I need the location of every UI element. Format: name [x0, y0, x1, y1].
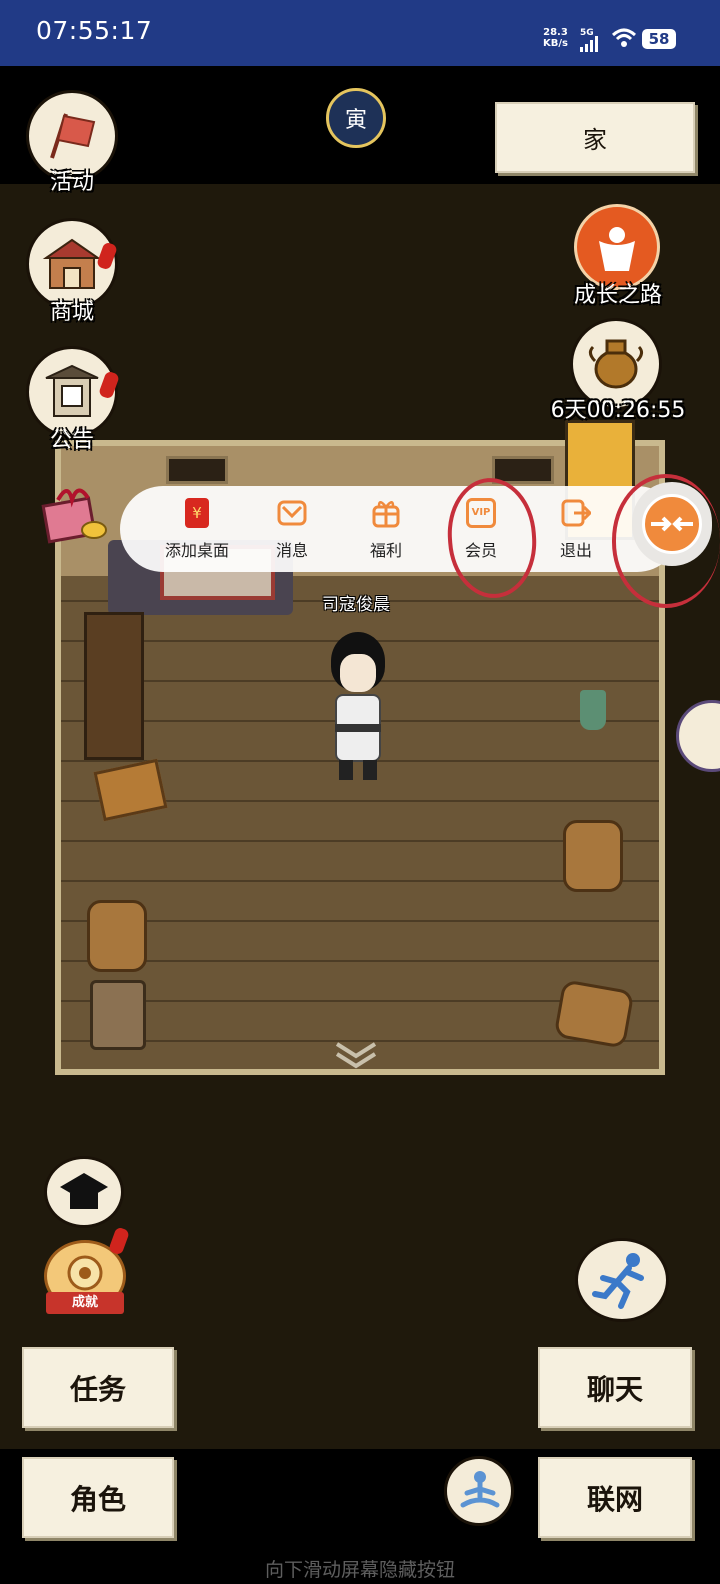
floor-plank — [61, 920, 659, 922]
wifi-icon — [611, 28, 637, 47]
running-figure-icon — [592, 1253, 644, 1309]
season-char: 寅 — [344, 108, 367, 133]
announcement-label: 公告 — [49, 428, 94, 453]
chat-button[interactable]: 聊天 — [538, 1347, 692, 1428]
season-moon-icon[interactable]: 寅 — [326, 88, 386, 148]
chevron-down-icon[interactable] — [333, 1040, 379, 1070]
menu-add-desktop-label: 添加桌面 — [164, 541, 229, 560]
menu-exit-label: 退出 — [559, 541, 592, 560]
signal-icon: 5G — [580, 28, 600, 52]
meditate-button[interactable] — [444, 1456, 514, 1526]
floating-menu: ¥ 添加桌面 消息 福利 VIP 会员 退出 — [120, 486, 680, 572]
annotation-circle-handle — [612, 474, 720, 608]
wall-window — [166, 456, 228, 484]
role-button[interactable]: 角色 — [22, 1457, 174, 1538]
barrel[interactable] — [87, 900, 147, 972]
floor-plank — [61, 960, 659, 962]
network-speed-unit: KB/s — [543, 38, 568, 49]
menu-add-desktop[interactable]: ¥ 添加桌面 — [154, 486, 240, 572]
growth-figure-icon — [599, 227, 635, 271]
network-type: 5G — [580, 28, 594, 38]
activity-label: 活动 — [49, 170, 94, 195]
meditation-icon — [460, 1471, 500, 1508]
menu-welfare-label: 福利 — [369, 541, 402, 560]
rank-button[interactable] — [44, 1156, 124, 1228]
gift-pack-button[interactable] — [38, 478, 108, 544]
medal-icon — [67, 1255, 103, 1291]
shop-stall-icon — [42, 238, 102, 289]
gift-box-icon — [41, 488, 107, 544]
scholar-hat-icon — [60, 1173, 108, 1209]
menu-messages[interactable]: 消息 — [249, 486, 335, 572]
character-boot — [339, 760, 353, 780]
event-countdown: 6天00:26:55 — [550, 398, 686, 423]
status-bar: 07:55:17 28.3 KB/s 5G 58 — [0, 0, 720, 66]
network-speed: 28.3 KB/s — [543, 27, 568, 49]
bookshelf[interactable] — [84, 612, 144, 760]
gift-icon — [372, 501, 400, 528]
task-button[interactable]: 任务 — [22, 1347, 174, 1428]
wooden-chest[interactable] — [90, 980, 146, 1050]
network-button[interactable]: 联网 — [538, 1457, 692, 1538]
swipe-hint: 向下滑动屏幕隐藏按钮 — [264, 1559, 455, 1581]
growth-path-label: 成长之路 — [573, 283, 662, 308]
achievement-ribbon: 成就 — [46, 1292, 124, 1314]
barrel[interactable] — [553, 979, 635, 1049]
menu-exit[interactable]: 退出 — [533, 486, 619, 572]
run-button[interactable] — [575, 1238, 669, 1322]
barrel[interactable] — [563, 820, 623, 892]
player-character[interactable] — [323, 632, 393, 782]
character-face — [340, 654, 376, 692]
character-boot — [363, 760, 377, 780]
signal-bars-icon — [580, 36, 598, 52]
exit-icon — [561, 499, 591, 527]
network-speed-value: 28.3 — [543, 27, 568, 38]
mail-icon — [277, 500, 307, 526]
battery-indicator: 58 — [642, 29, 676, 49]
character-belt — [335, 724, 381, 732]
home-button[interactable]: 家 — [495, 102, 695, 173]
potted-plant[interactable] — [580, 690, 606, 730]
player-name: 司寇俊晨 — [322, 595, 390, 615]
flag-icon — [50, 113, 96, 159]
menu-messages-label: 消息 — [275, 541, 308, 560]
notice-board-icon — [45, 364, 99, 417]
cauldron-icon — [588, 339, 644, 389]
status-time: 07:55:17 — [36, 16, 153, 45]
shop-label: 商城 — [49, 300, 94, 325]
red-envelope-icon: ¥ — [185, 498, 209, 528]
menu-welfare[interactable]: 福利 — [343, 486, 429, 572]
